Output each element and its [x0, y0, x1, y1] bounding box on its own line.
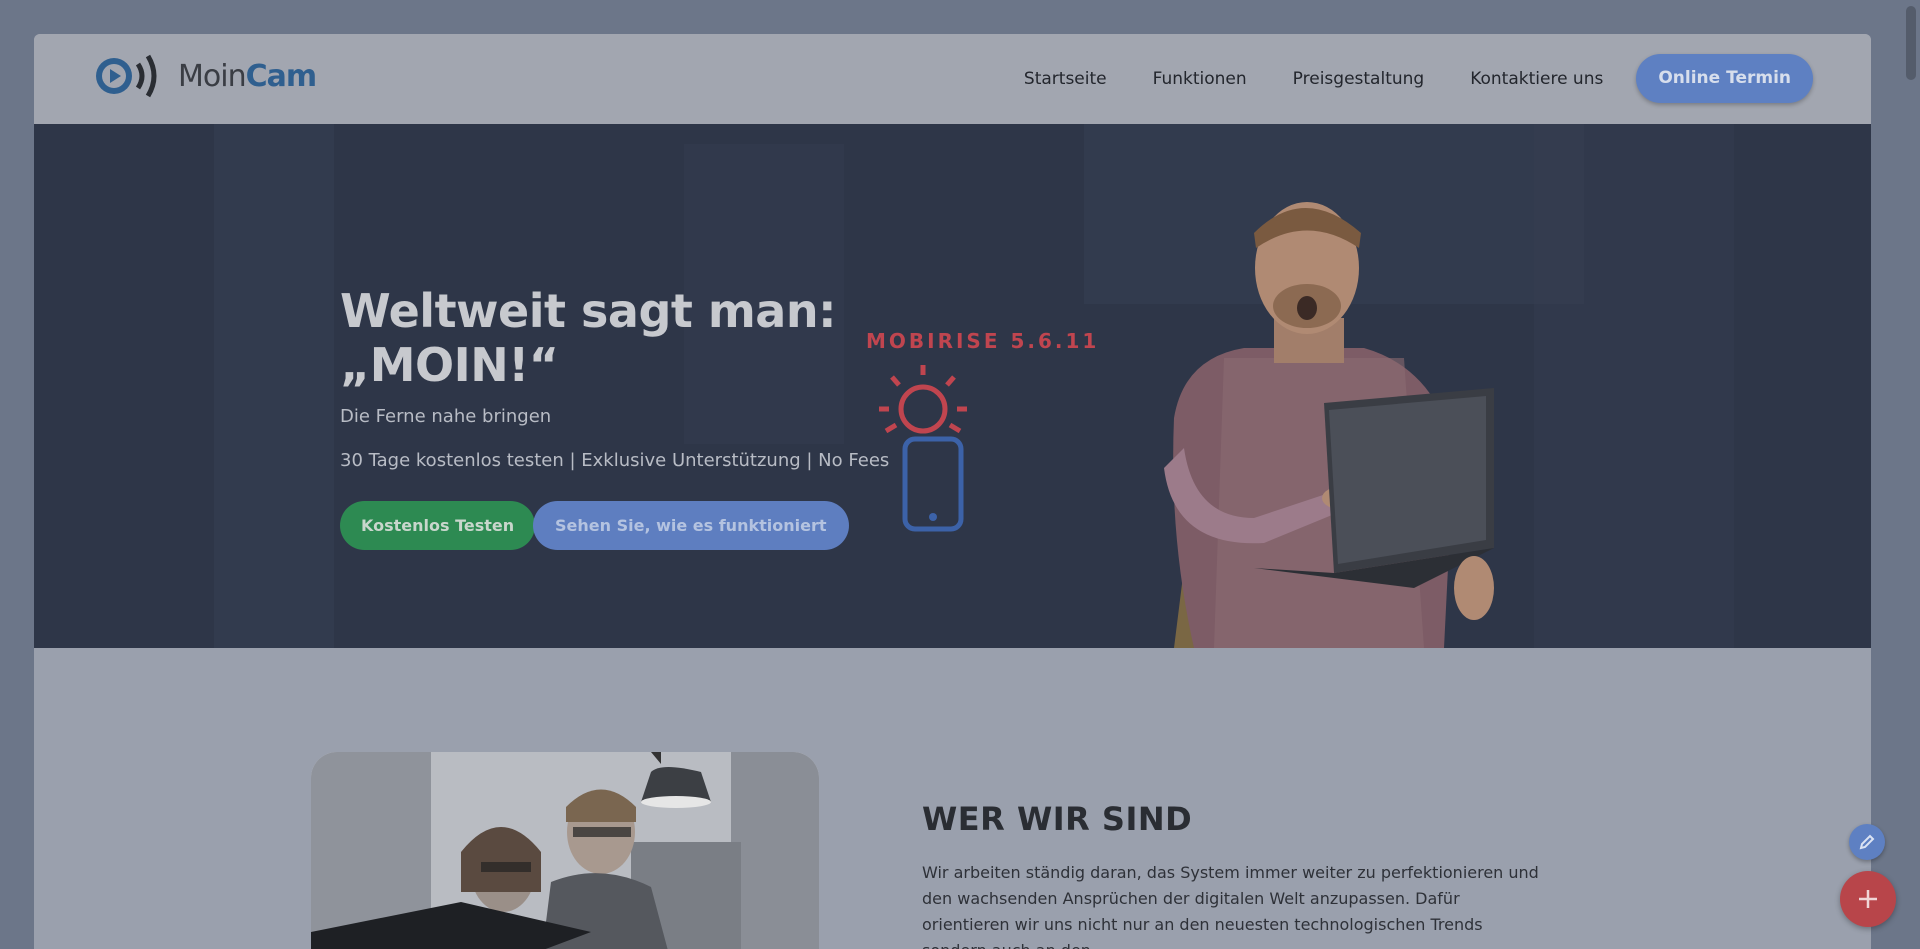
main-nav: Startseite Funktionen Preisgestaltung Ko… — [978, 54, 1813, 103]
brand-name-part2: Cam — [245, 58, 318, 94]
site-header: MoinCam Startseite Funktionen Preisgesta… — [34, 34, 1871, 124]
free-trial-button[interactable]: Kostenlos Testen — [340, 501, 536, 550]
pencil-icon — [1859, 834, 1875, 850]
sun-phone-icon — [879, 365, 967, 532]
edit-button[interactable] — [1849, 824, 1885, 860]
brand-logo[interactable]: MoinCam — [94, 50, 318, 102]
mobirise-badge[interactable]: MOBIRISE 5.6.11 — [866, 329, 1106, 539]
hero-bg-shape — [1534, 124, 1734, 648]
mobirise-version: MOBIRISE 5.6.11 — [866, 329, 1100, 353]
how-it-works-button[interactable]: Sehen Sie, wie es funktioniert — [533, 501, 849, 550]
scrollbar-thumb[interactable] — [1906, 6, 1916, 80]
nav-item-kontakt[interactable]: Kontaktiere uns — [1470, 69, 1603, 89]
brand-name-part1: Moin — [178, 58, 247, 94]
page-scrollbar[interactable] — [1902, 0, 1920, 949]
add-block-button[interactable] — [1840, 871, 1896, 927]
about-title: WER WIR SIND — [922, 800, 1193, 838]
nav-item-funktionen[interactable]: Funktionen — [1153, 69, 1247, 89]
hero-bg-shape — [214, 124, 334, 648]
hero-section: Weltweit sagt man: „MOIN!“ Die Ferne nah… — [34, 124, 1871, 648]
page-frame: MoinCam Startseite Funktionen Preisgesta… — [34, 34, 1871, 949]
nav-item-preisgestaltung[interactable]: Preisgestaltung — [1293, 69, 1425, 89]
nav-item-startseite[interactable]: Startseite — [1024, 69, 1107, 89]
plus-icon — [1859, 890, 1877, 908]
online-termin-button[interactable]: Online Termin — [1636, 54, 1813, 103]
team-photo — [311, 752, 819, 949]
about-text: Wir arbeiten ständig daran, das System i… — [922, 863, 1539, 949]
hero-subtitle: Die Ferne nahe bringen — [340, 406, 552, 427]
hero-features: 30 Tage kostenlos testen | Exklusive Unt… — [340, 450, 890, 471]
hero-title: Weltweit sagt man: „MOIN!“ — [340, 284, 837, 392]
hero-person-image — [1164, 202, 1494, 648]
about-section: WER WIR SIND Wir arbeiten ständig daran,… — [34, 648, 1871, 949]
brand-name: MoinCam — [178, 58, 318, 94]
play-wave-icon — [96, 54, 157, 98]
